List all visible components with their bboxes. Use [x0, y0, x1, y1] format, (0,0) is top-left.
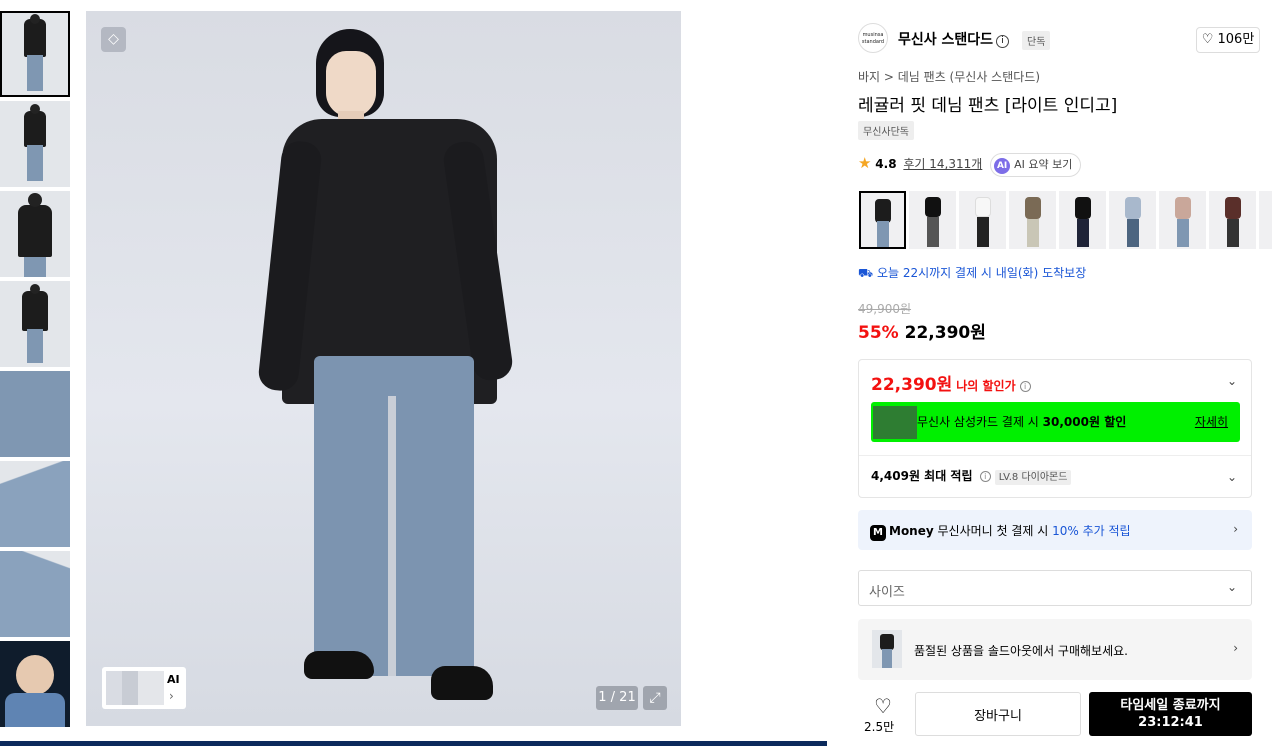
card-detail-link[interactable]: 자세히	[1195, 413, 1228, 430]
breadcrumb[interactable]: 바지 > 데님 팬츠 (무신사 스탠다드)	[858, 68, 1040, 85]
brand-like-count: 106만	[1217, 32, 1255, 47]
review-link[interactable]: 후기 14,311개	[903, 157, 982, 171]
color-option-3[interactable]	[959, 191, 1006, 249]
thumbnail-4[interactable]	[0, 281, 70, 367]
thumbnail-7[interactable]	[0, 551, 70, 637]
price-row: 55% 22,390원	[858, 318, 986, 343]
color-option-6[interactable]	[1109, 191, 1156, 249]
model-shoe-left	[304, 651, 374, 679]
original-price: 49,900원	[858, 302, 912, 316]
delivery-info: ⛟ 오늘 22시까지 결제 시 내일(화) 도착보장	[858, 266, 1087, 280]
my-price-label: 나의 할인가	[956, 379, 1016, 393]
chevron-down-icon: ⌄	[1226, 580, 1237, 594]
thumbnail-1[interactable]	[0, 11, 70, 97]
rating-value: 4.8	[875, 157, 897, 171]
info-icon[interactable]: i	[996, 35, 1010, 48]
chevron-down-icon[interactable]: ⌄	[1227, 374, 1237, 388]
discount-rate: 55%	[858, 323, 899, 343]
thumbnail-6[interactable]	[0, 461, 70, 547]
color-option-1[interactable]	[859, 191, 906, 249]
points-row[interactable]: 4,409원 최대 적립 i LV.8 다이아몬드	[871, 467, 1072, 485]
color-option-8[interactable]	[1209, 191, 1256, 249]
size-select[interactable]: 사이즈 ⌄	[858, 570, 1252, 606]
truck-icon: ⛟	[858, 266, 874, 280]
product-info-panel: musinsa standard 무신사 스탠다드 i 단독 ♡ 106만 바지 …	[846, 11, 1272, 746]
bottom-bar	[0, 741, 827, 746]
brand-name[interactable]: 무신사 스탠다드 i	[898, 29, 1010, 49]
brand-logo[interactable]: musinsa standard	[858, 23, 888, 53]
thumbnail-2[interactable]	[0, 101, 70, 187]
card-image	[873, 406, 917, 439]
color-option-4[interactable]	[1009, 191, 1056, 249]
ai-icon: AI	[994, 158, 1011, 174]
heart-icon[interactable]: ♡	[868, 694, 898, 718]
chevron-down-icon[interactable]: ⌄	[1227, 470, 1237, 484]
like-count: 2.5만	[864, 720, 895, 734]
info-icon[interactable]: i	[979, 471, 991, 482]
color-option-7[interactable]	[1159, 191, 1206, 249]
my-price[interactable]: 22,390원 나의 할인가 i	[871, 370, 1031, 395]
main-product-image[interactable]: ◇ AI › 1 / 21 ⤢	[86, 11, 681, 726]
thumbnail-8-video[interactable]	[0, 641, 70, 727]
info-icon[interactable]: i	[1019, 381, 1031, 392]
chevron-right-icon: ›	[169, 689, 174, 703]
thumbnail-5[interactable]	[0, 371, 70, 457]
level-badge: LV.8 다이아몬드	[994, 470, 1072, 485]
ai-label: AI	[167, 673, 180, 686]
thumbnail-list	[0, 11, 70, 731]
model-face	[326, 51, 376, 117]
color-options	[859, 191, 1272, 249]
product-title: 레귤러 핏 데님 팬츠 [라이트 인디고]	[858, 96, 1118, 116]
timesale-label: 타임세일 종료까지	[1120, 698, 1221, 713]
soldout-thumbnail	[872, 630, 902, 668]
benefit-box: 22,390원 나의 할인가 i ⌄ 무신사 삼성카드 결제 시 30,000원 할…	[858, 359, 1252, 498]
exclusive-badge: 단독	[1022, 31, 1051, 50]
brand-like-button[interactable]: ♡ 106만	[1196, 27, 1260, 53]
star-icon: ★	[858, 154, 872, 172]
color-option-2[interactable]	[909, 191, 956, 249]
samsung-card-banner[interactable]: 무신사 삼성카드 결제 시 30,000원 할인 자세히	[871, 402, 1240, 442]
color-option-5[interactable]	[1059, 191, 1106, 249]
timesale-timer: 23:12:41	[1138, 715, 1203, 730]
timesale-button[interactable]: 타임세일 종료까지 23:12:41	[1089, 692, 1252, 736]
model-shoe-right	[431, 666, 493, 700]
color-option-9[interactable]	[1259, 191, 1272, 249]
musinsa-money-banner[interactable]: M Money 무신사머니 첫 결제 시 10% 추가 적립 ›	[858, 510, 1252, 550]
money-icon: M	[870, 525, 886, 541]
image-counter: 1 / 21	[596, 686, 638, 710]
tag-icon[interactable]: ◇	[101, 27, 126, 52]
chevron-right-icon: ›	[1233, 522, 1238, 536]
ai-similar-button[interactable]: AI ›	[102, 667, 186, 709]
sale-price: 22,390원	[904, 323, 986, 343]
thumbnail-3[interactable]	[0, 191, 70, 277]
soldout-banner[interactable]: 품절된 상품을 솔드아웃에서 구매해보세요. ›	[858, 619, 1252, 680]
chevron-right-icon: ›	[1233, 641, 1238, 655]
rating-row: ★ 4.8 후기 14,311개 AI AI 요약 보기	[858, 153, 1082, 177]
ai-summary-button[interactable]: AI AI 요약 보기	[990, 153, 1082, 177]
expand-icon[interactable]: ⤢	[643, 686, 667, 710]
cart-button[interactable]: 장바구니	[915, 692, 1081, 736]
product-tag: 무신사단독	[858, 121, 914, 140]
brand-row: musinsa standard 무신사 스탠다드 i 단독 ♡ 106만	[858, 23, 1260, 53]
